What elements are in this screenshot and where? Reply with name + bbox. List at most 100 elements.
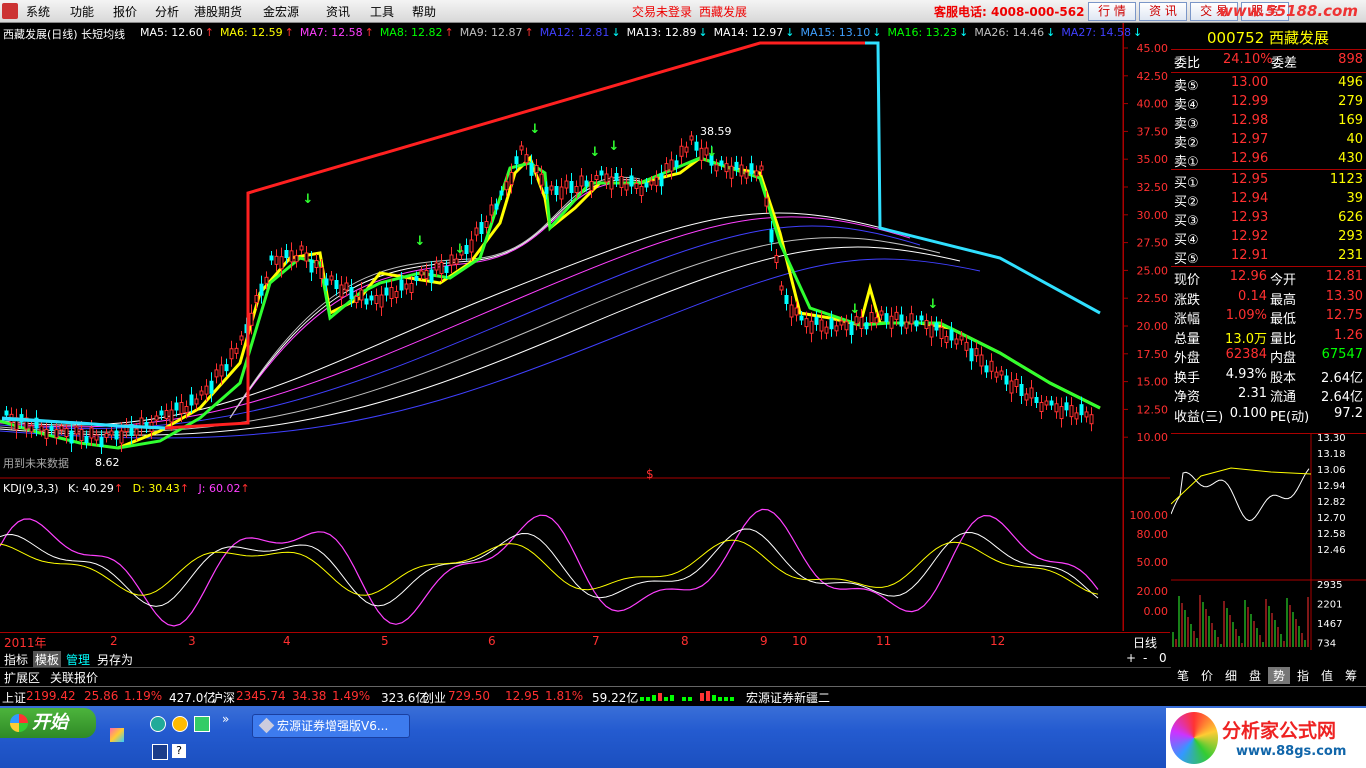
windows-logo-icon — [10, 714, 28, 732]
candle-body — [734, 161, 739, 170]
right-tab-3[interactable]: 盘 — [1244, 667, 1266, 684]
right-tab-5[interactable]: 指 — [1292, 667, 1314, 684]
menu-bar: 系统 功能 报价 分析 港股期货 金宏源 资讯 工具 帮助 交易未登录 西藏发展… — [0, 0, 1366, 23]
mini-price-tick: 13.06 — [1317, 465, 1346, 476]
candle-body — [809, 320, 814, 334]
overflow-chevron-icon[interactable]: » — [222, 712, 229, 726]
kdj-tick-label: 100.00 — [1130, 509, 1169, 522]
candle-body — [539, 173, 544, 186]
buy-signal-arrow: ↓ — [850, 302, 861, 317]
candle-body — [769, 229, 774, 243]
menu-function[interactable]: 功能 — [70, 3, 94, 20]
candle-body — [559, 186, 564, 200]
candle-body — [749, 163, 754, 175]
period-label[interactable]: 日线 — [1133, 634, 1157, 651]
quote-panel: 000752 西藏发展 委比 24.10% 委差 898 卖⑤ 13.00 496 卖… — [1171, 23, 1366, 433]
candle-body — [629, 175, 634, 187]
candle-body — [914, 320, 919, 327]
candle-body — [284, 250, 289, 258]
candle-body — [364, 298, 369, 305]
candle-body — [69, 430, 74, 444]
kdj-d: D: 30.43 — [132, 482, 180, 495]
candle-body — [869, 312, 874, 323]
buy-signal-arrow: ↓ — [455, 242, 466, 257]
right-tab-0[interactable]: 笔 — [1172, 667, 1194, 684]
monitor-icon[interactable] — [152, 744, 168, 760]
right-tab-4[interactable]: 势 — [1268, 667, 1290, 684]
help-icon[interactable]: ? — [172, 744, 186, 758]
tab-manage[interactable]: 管理 — [66, 651, 90, 668]
app-icon[interactable] — [2, 3, 18, 19]
price-tick-label: 40.00 — [1137, 98, 1169, 111]
tab-extension[interactable]: 扩展区 — [4, 669, 40, 686]
zoom-out-button[interactable]: - — [1143, 651, 1147, 665]
intraday-mini-chart[interactable]: 13.30 13.18 13.06 12.94 12.82 12.70 12.58 12.46… — [1170, 433, 1366, 650]
kline-svg: 45.00 42.50 40.00 37.50 35.00 32.50 30.00 27.50… — [0, 23, 1170, 631]
ma-legend-item: MA9: 12.87 — [459, 26, 523, 39]
app-quick-icon[interactable] — [194, 716, 210, 732]
watermark: www.55188.com — [1218, 2, 1358, 20]
hs-index-value: 2345.74 — [236, 689, 286, 703]
mini-price-tick: 13.30 — [1317, 434, 1346, 444]
market-button[interactable]: 行 情 — [1088, 2, 1136, 21]
ma-legend-item: MA26: 14.46 — [974, 26, 1045, 39]
news-button[interactable]: 资 讯 — [1139, 2, 1187, 21]
candle-body — [289, 250, 294, 263]
candle-body — [89, 427, 94, 439]
ma-legend-item: MA8: 12.82 — [379, 26, 443, 39]
candle-body — [849, 322, 854, 335]
candle-body — [64, 428, 69, 437]
candle-body — [179, 402, 184, 414]
candle-body — [694, 141, 699, 151]
candle-body — [534, 165, 539, 173]
right-tab-7[interactable]: 筹 — [1340, 667, 1362, 684]
browser-icon[interactable] — [150, 716, 166, 732]
candle-body — [309, 259, 314, 273]
desktop-icon[interactable] — [110, 728, 124, 742]
mini-avg-line — [1170, 467, 1312, 505]
ma-line — [0, 237, 941, 433]
candle-body — [1079, 404, 1084, 416]
ma-trend-arrow: ↓ — [959, 26, 969, 39]
candle-body — [184, 406, 189, 413]
ma-trend-arrow: ↑ — [284, 26, 294, 39]
menu-jinhongyuan[interactable]: 金宏源 — [263, 3, 299, 20]
media-icon[interactable] — [172, 716, 188, 732]
tab-indicator[interactable]: 指标 — [4, 651, 28, 668]
menu-tools[interactable]: 工具 — [370, 3, 394, 20]
menu-quote[interactable]: 报价 — [113, 3, 137, 20]
tab-related-quote[interactable]: 关联报价 — [50, 669, 98, 686]
menu-analysis[interactable]: 分析 — [155, 3, 179, 20]
candle-body — [834, 325, 839, 332]
candle-body — [1074, 412, 1079, 420]
candle-body — [374, 295, 379, 304]
site-name: 分析家公式网 — [1222, 720, 1337, 742]
menu-help[interactable]: 帮助 — [412, 3, 436, 20]
right-tab-2[interactable]: 细 — [1220, 667, 1242, 684]
right-tab-6[interactable]: 值 — [1316, 667, 1338, 684]
menu-system[interactable]: 系统 — [26, 3, 50, 20]
candle-body — [379, 294, 384, 308]
candle-body — [879, 310, 884, 316]
taskbar-app-item[interactable]: 宏源证券增强版V6... — [252, 714, 410, 738]
chart-title: 西藏发展(日线) 长短均线 — [3, 26, 125, 42]
candle-body — [189, 394, 194, 406]
kdj-name: KDJ(9,3,3) — [3, 482, 59, 495]
kline-chart-panel[interactable]: 45.00 42.50 40.00 37.50 35.00 32.50 30.00 27.50… — [0, 23, 1170, 631]
right-tab-1[interactable]: 价 — [1196, 667, 1218, 684]
candle-body — [119, 430, 124, 444]
red-envelope-line — [164, 41, 865, 430]
kdj-tick-label: 20.00 — [1137, 585, 1169, 598]
tab-template[interactable]: 模板 — [33, 651, 62, 668]
zoom-reset-button[interactable]: 0 — [1159, 651, 1167, 665]
price-tick-label: 45.00 — [1137, 42, 1169, 55]
menu-news[interactable]: 资讯 — [326, 3, 350, 20]
menu-hk-futures[interactable]: 港股期货 — [194, 3, 242, 20]
candle-body — [94, 434, 99, 441]
tab-save-as[interactable]: 另存为 — [97, 651, 133, 668]
zoom-in-button[interactable]: + — [1126, 651, 1136, 665]
month-label: 10 — [792, 634, 808, 648]
candle-body — [384, 287, 389, 296]
candle-body — [484, 221, 489, 228]
start-button[interactable]: 开始 — [0, 708, 96, 738]
